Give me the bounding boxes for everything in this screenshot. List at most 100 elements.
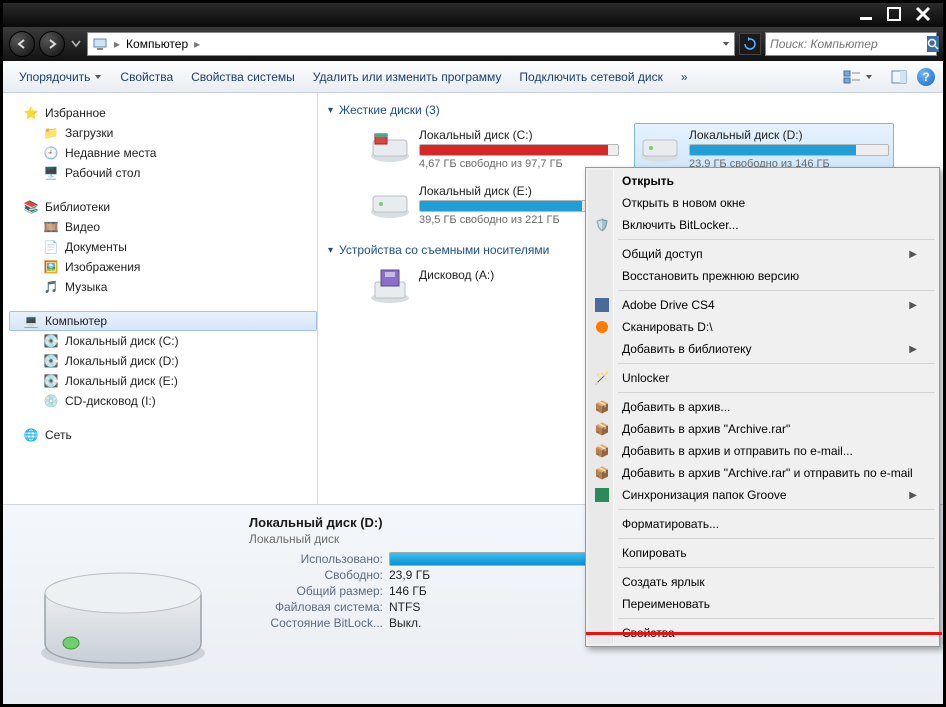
- sidebar-item-downloads[interactable]: 📁Загрузки: [9, 123, 317, 143]
- music-icon: 🎵: [43, 279, 59, 295]
- drive-label: Локальный диск (D:): [689, 128, 889, 142]
- search-input[interactable]: [770, 37, 927, 51]
- highlight-annotation: [586, 632, 942, 635]
- adobe-icon: [593, 296, 611, 314]
- drive-icon: 💽: [43, 333, 59, 349]
- context-menu: Открыть Открыть в новом окне 🛡️Включить …: [585, 167, 940, 647]
- address-bar[interactable]: ▸ Компьютер ▸: [87, 32, 735, 56]
- ctx-copy[interactable]: Копировать: [588, 542, 937, 564]
- properties-button[interactable]: Свойства: [112, 66, 181, 88]
- map-drive-button[interactable]: Подключить сетевой диск: [511, 66, 670, 88]
- sidebar-item-documents[interactable]: 📄Документы: [9, 237, 317, 257]
- star-icon: ⭐: [23, 105, 39, 121]
- organize-button[interactable]: Упорядочить: [11, 66, 110, 88]
- close-button[interactable]: [915, 6, 931, 25]
- ctx-open-new-window[interactable]: Открыть в новом окне: [588, 192, 937, 214]
- address-dropdown[interactable]: [722, 40, 730, 48]
- sidebar-item-desktop[interactable]: 🖥️Рабочий стол: [9, 163, 317, 183]
- sidebar-item-drive-c[interactable]: 💽Локальный диск (C:): [9, 331, 317, 351]
- winrar-icon: 📦: [593, 420, 611, 438]
- uninstall-button[interactable]: Удалить или изменить программу: [305, 66, 510, 88]
- forward-button[interactable]: [39, 31, 65, 57]
- winrar-icon: 📦: [593, 398, 611, 416]
- ctx-share[interactable]: Общий доступ▶: [588, 243, 937, 265]
- ctx-restore[interactable]: Восстановить прежнюю версию: [588, 265, 937, 287]
- ctx-add-archive[interactable]: 📦Добавить в архив...: [588, 396, 937, 418]
- drive-icon: [639, 128, 681, 164]
- ctx-adobe-drive[interactable]: Adobe Drive CS4▶: [588, 294, 937, 316]
- ctx-add-library[interactable]: Добавить в библиотеку▶: [588, 338, 937, 360]
- system-properties-button[interactable]: Свойства системы: [183, 66, 303, 88]
- favorites-header[interactable]: ⭐Избранное: [9, 103, 317, 123]
- help-button[interactable]: ?: [917, 68, 935, 86]
- cd-icon: 💿: [43, 393, 59, 409]
- ctx-rename[interactable]: Переименовать: [588, 593, 937, 615]
- computer-header[interactable]: 💻Компьютер: [9, 311, 317, 331]
- ctx-add-archive-rar[interactable]: 📦Добавить в архив "Archive.rar": [588, 418, 937, 440]
- chevron-right-icon: ▶: [909, 300, 917, 311]
- computer-icon: 💻: [23, 313, 39, 329]
- nav-bar: ▸ Компьютер ▸: [3, 27, 943, 61]
- fs-value: NTFS: [389, 600, 420, 614]
- sidebar-item-drive-e[interactable]: 💽Локальный диск (E:): [9, 371, 317, 391]
- floppy-icon: [369, 268, 411, 304]
- titlebar: [3, 3, 943, 27]
- sidebar-item-pictures[interactable]: 🖼️Изображения: [9, 257, 317, 277]
- computer-icon: [92, 36, 108, 52]
- desktop-icon: 🖥️: [43, 165, 59, 181]
- chevron-right-icon: ▶: [909, 490, 917, 501]
- breadcrumb-segment[interactable]: Компьютер: [126, 37, 188, 51]
- category-hdd[interactable]: ▾Жесткие диски (3): [324, 101, 937, 123]
- drive-label: Локальный диск (C:): [419, 128, 619, 142]
- avast-icon: [593, 318, 611, 336]
- network-icon: 🌐: [23, 427, 39, 443]
- chevron-right-icon: ▶: [909, 249, 917, 260]
- ctx-unlocker[interactable]: 🪄Unlocker: [588, 367, 937, 389]
- nav-tree: ⭐Избранное 📁Загрузки 🕘Недавние места 🖥️Р…: [3, 93, 318, 504]
- back-button[interactable]: [9, 31, 35, 57]
- total-value: 146 ГБ: [389, 584, 427, 598]
- ctx-open[interactable]: Открыть: [588, 170, 937, 192]
- drive-icon: [369, 184, 411, 220]
- libraries-header[interactable]: 📚Библиотеки: [9, 197, 317, 217]
- sidebar-item-drive-d[interactable]: 💽Локальный диск (D:): [9, 351, 317, 371]
- drive-icon: [369, 128, 411, 164]
- preview-pane-button[interactable]: [883, 66, 915, 88]
- search-icon[interactable]: [927, 36, 939, 52]
- documents-icon: 📄: [43, 239, 59, 255]
- chevron-right-icon: ▸: [192, 37, 202, 51]
- winrar-icon: 📦: [593, 464, 611, 482]
- ctx-shortcut[interactable]: Создать ярлык: [588, 571, 937, 593]
- pictures-icon: 🖼️: [43, 259, 59, 275]
- libraries-icon: 📚: [23, 199, 39, 215]
- maximize-button[interactable]: [887, 7, 901, 24]
- ctx-bitlocker[interactable]: 🛡️Включить BitLocker...: [588, 214, 937, 236]
- ctx-groove-sync[interactable]: Синхронизация папок Groove▶: [588, 484, 937, 506]
- ctx-scan[interactable]: Сканировать D:\: [588, 316, 937, 338]
- fs-label: Файловая система:: [249, 600, 389, 614]
- total-label: Общий размер:: [249, 584, 389, 598]
- sidebar-item-cd[interactable]: 💿CD-дисковод (I:): [9, 391, 317, 411]
- wand-icon: 🪄: [593, 369, 611, 387]
- free-value: 23,9 ГБ: [389, 568, 430, 582]
- command-bar: Упорядочить Свойства Свойства системы Уд…: [3, 61, 943, 93]
- video-icon: 🎞️: [43, 219, 59, 235]
- minimize-button[interactable]: [859, 7, 873, 24]
- bitlocker-label: Состояние BitLock...: [249, 616, 389, 630]
- sidebar-item-music[interactable]: 🎵Музыка: [9, 277, 317, 297]
- ctx-format[interactable]: Форматировать...: [588, 513, 937, 535]
- drive-icon: 💽: [43, 353, 59, 369]
- nav-history-dropdown[interactable]: [69, 34, 83, 54]
- sidebar-item-videos[interactable]: 🎞️Видео: [9, 217, 317, 237]
- view-options-button[interactable]: [835, 66, 881, 88]
- network-header[interactable]: 🌐Сеть: [9, 425, 317, 445]
- toolbar-overflow[interactable]: »: [673, 66, 696, 88]
- usage-bar: [689, 144, 889, 156]
- search-box[interactable]: [765, 32, 937, 56]
- groove-icon: [593, 486, 611, 504]
- sidebar-item-recent[interactable]: 🕘Недавние места: [9, 143, 317, 163]
- ctx-add-archive-rar-email[interactable]: 📦Добавить в архив "Archive.rar" и отправ…: [588, 462, 937, 484]
- ctx-add-archive-email[interactable]: 📦Добавить в архив и отправить по e-mail.…: [588, 440, 937, 462]
- refresh-button[interactable]: [739, 33, 761, 55]
- used-label: Использовано:: [249, 552, 389, 566]
